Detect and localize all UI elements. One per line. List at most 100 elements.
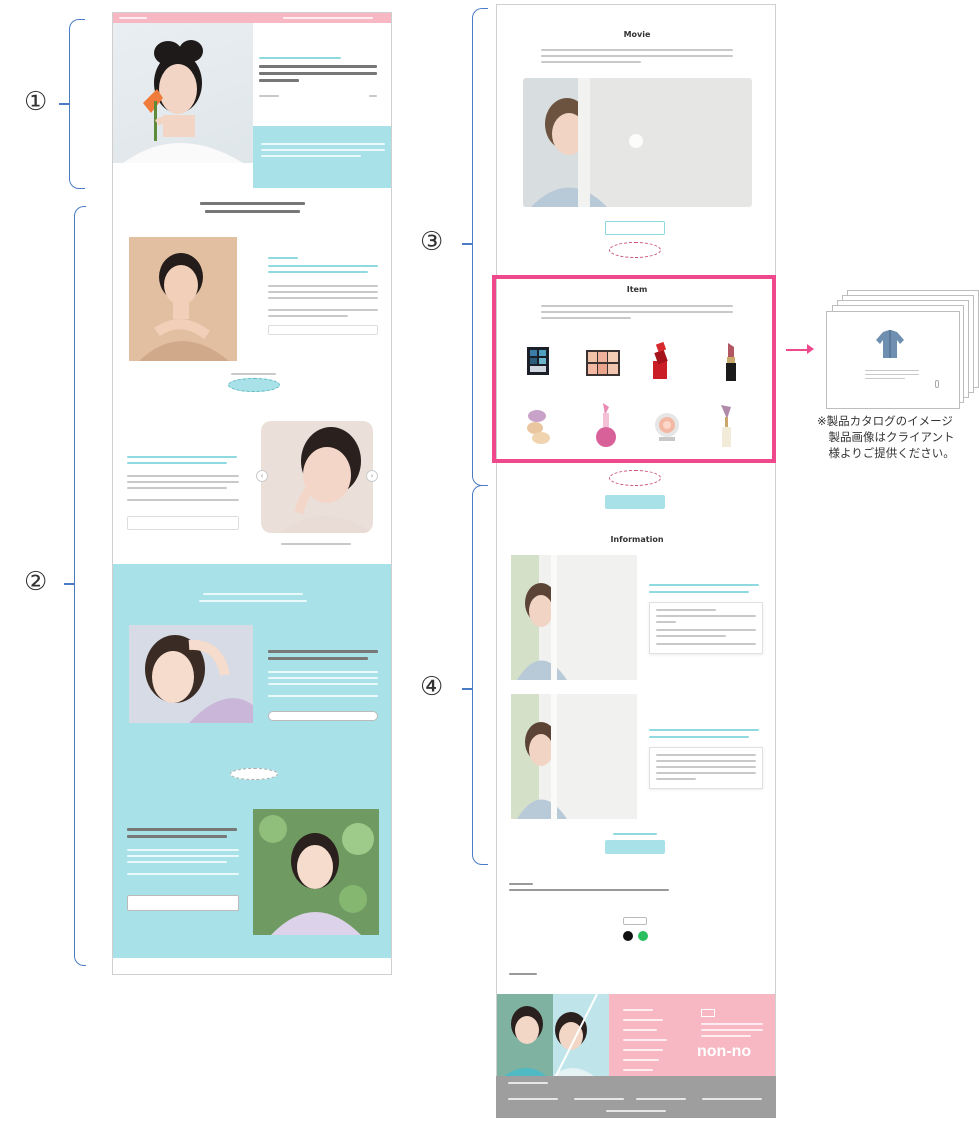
info-card1-line4 <box>656 629 756 631</box>
chevron-left-icon[interactable]: ‹ <box>256 470 268 482</box>
s2-more-button[interactable] <box>228 378 280 392</box>
non-no-logo[interactable]: non-no <box>697 1043 771 1061</box>
s2-teal-heading1 <box>203 593 303 595</box>
s2-body5 <box>268 315 348 317</box>
item-link-button[interactable] <box>605 495 665 509</box>
s2-photo1 <box>129 237 237 361</box>
chevron-right-icon[interactable]: › <box>366 470 378 482</box>
footer-menu1[interactable] <box>623 1009 653 1011</box>
catalog-line1 <box>865 370 919 371</box>
item-more-ellipse[interactable] <box>609 470 661 486</box>
s2-teal-body6 <box>127 855 239 857</box>
catalog-shirt-image <box>876 330 904 358</box>
s2-teal-body8 <box>127 873 239 875</box>
footer-menu4[interactable] <box>623 1039 667 1041</box>
s2-photo3 <box>129 625 253 723</box>
s2-teal-h7 <box>127 828 237 831</box>
s2-teal-link2[interactable] <box>127 895 239 911</box>
note-text <box>509 889 669 891</box>
s2-link-box1[interactable] <box>268 325 378 335</box>
footer-menu7[interactable] <box>623 1069 653 1071</box>
footer-menu5[interactable] <box>623 1049 663 1051</box>
s2-body8 <box>127 487 227 489</box>
info-teal-h4 <box>649 736 749 738</box>
info-teal-h1 <box>649 584 759 586</box>
info-card1-line1 <box>656 609 716 611</box>
s2-teal-body7 <box>127 861 227 863</box>
arrow-right-icon <box>786 349 808 351</box>
hero-photo <box>113 23 253 163</box>
catalog-line3 <box>865 378 905 379</box>
hero-title-line2 <box>259 72 377 75</box>
footer-gray-link2[interactable] <box>574 1098 624 1100</box>
line-social-icon[interactable] <box>638 931 648 941</box>
s2-photo4 <box>253 809 379 935</box>
note-heading <box>509 883 533 885</box>
share-label <box>623 917 647 925</box>
item-highlight-box <box>492 275 776 463</box>
x-social-icon[interactable] <box>623 931 633 941</box>
footer-menu3[interactable] <box>623 1029 657 1031</box>
hero-lead2 <box>261 149 385 151</box>
section3-number: ③ <box>420 227 444 257</box>
footer-gray-link4[interactable] <box>702 1098 762 1100</box>
info-card1-line2 <box>656 615 756 617</box>
info-teal-h2 <box>649 591 749 593</box>
info-card2-line5 <box>656 778 696 780</box>
movie-more-ellipse[interactable] <box>609 242 661 258</box>
s2-heading1 <box>200 202 305 205</box>
info-card1 <box>649 602 763 654</box>
arrow-right-head <box>807 344 814 354</box>
hero-lead1 <box>261 143 385 145</box>
right-page-mock: Movie Item Information non-no <box>496 4 776 1098</box>
section3-bracket-tick <box>462 243 472 245</box>
movie-link-button[interactable] <box>605 221 665 235</box>
s2-photo2 <box>261 421 373 533</box>
s2-teal-body4 <box>268 695 378 697</box>
footer-info2 <box>701 1029 763 1031</box>
section1-number: ① <box>24 87 48 117</box>
hero-title-line1 <box>259 65 377 68</box>
s2-body9 <box>127 499 239 501</box>
s2-teal-h4 <box>127 462 227 464</box>
s2-teal-h8 <box>127 835 227 838</box>
footer-menu6[interactable] <box>623 1059 659 1061</box>
movie-body1 <box>541 49 733 51</box>
hero-meta <box>259 95 279 97</box>
footer-menu2[interactable] <box>623 1019 663 1021</box>
s2-link-box2[interactable] <box>127 516 239 530</box>
page-top-link[interactable] <box>509 973 537 975</box>
info-photo2 <box>511 694 637 819</box>
s2-teal-link1[interactable] <box>268 711 378 721</box>
footer-gray-title <box>508 1082 548 1084</box>
catalog-line2 <box>865 374 919 375</box>
right-page-bottom-footer <box>496 1076 776 1118</box>
info-card2-line4 <box>656 772 756 774</box>
footer-copyright <box>606 1110 666 1112</box>
footer-gray-link1[interactable] <box>508 1098 558 1100</box>
catalog-note-line1: ※製品カタログのイメージ <box>817 414 953 428</box>
s2-teal-h1 <box>268 265 378 267</box>
movie-body3 <box>541 61 641 63</box>
play-icon[interactable] <box>629 134 643 148</box>
s2-teal-more-button[interactable] <box>230 768 278 780</box>
left-page-mock: ‹ › <box>112 12 392 975</box>
s2-body1 <box>268 285 378 287</box>
footer-gray-link3[interactable] <box>636 1098 686 1100</box>
information-heading: Information <box>610 535 664 544</box>
s2-teal-h3 <box>127 456 237 458</box>
footer-photo <box>497 994 609 1082</box>
left-header-logo <box>119 17 147 19</box>
section2-bracket <box>74 206 86 966</box>
s2-teal-body1 <box>268 671 378 673</box>
info-card1-line6 <box>656 643 756 645</box>
section2-number: ② <box>24 567 48 597</box>
info-card2-line2 <box>656 760 756 762</box>
s2-body3 <box>268 297 378 299</box>
footer-info3 <box>701 1035 751 1037</box>
s2-teal-body5 <box>127 849 239 851</box>
section2-bracket-tick <box>64 583 74 585</box>
section4-bracket-tick <box>462 688 472 690</box>
info-link-button[interactable] <box>605 840 665 854</box>
footer-info1 <box>701 1023 763 1025</box>
